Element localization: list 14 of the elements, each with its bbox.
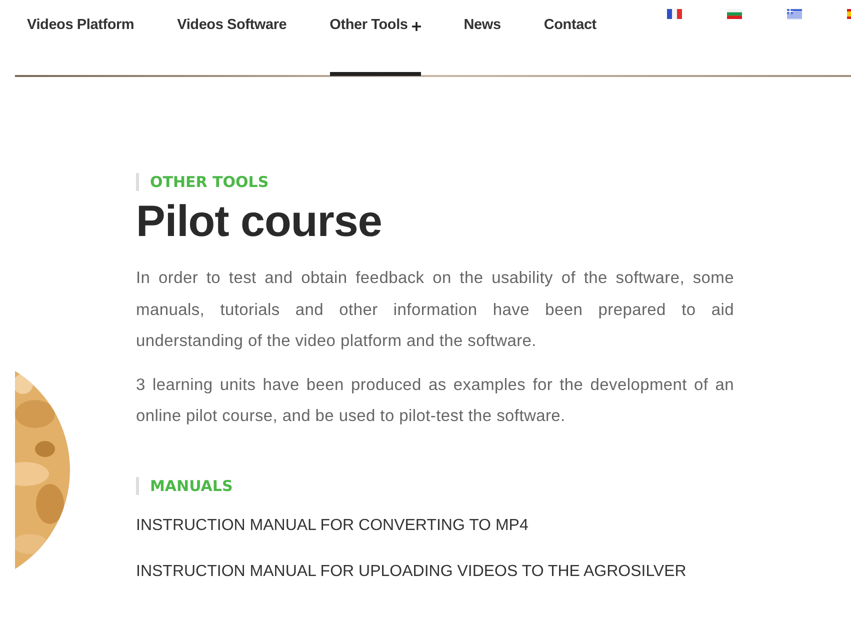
section-label: MANUALS (136, 476, 734, 494)
flag-icon[interactable] (787, 9, 802, 19)
section-label: OTHER TOOLS (136, 173, 734, 191)
paragraph: In order to test and obtain feedback on the usability of the software, some manuals, tutorials and other information have been prepared to aid understanding of the video platform and the software. (136, 268, 734, 352)
nav-link[interactable]: Videos Platform (27, 0, 134, 76)
flag-icon[interactable] (667, 9, 682, 19)
manual-link[interactable]: INSTRUCTION MANUAL FOR UPLOADING VIDEOS TO THE AGROSILVER (136, 562, 734, 580)
manual-link[interactable]: INSTRUCTION MANUAL FOR CONVERTING TO MP4 (136, 516, 734, 534)
paragraph: 3 learning units have been produced as examples for the development of an online pilot course, and be used to pilot-test the software. (136, 374, 734, 427)
nav-link[interactable]: News (464, 0, 501, 76)
nav-link[interactable]: Videos Software (177, 0, 287, 76)
nav-link[interactable]: Contact (544, 0, 596, 76)
page-title: Pilot course (136, 197, 383, 247)
flag-icon[interactable] (727, 9, 742, 19)
